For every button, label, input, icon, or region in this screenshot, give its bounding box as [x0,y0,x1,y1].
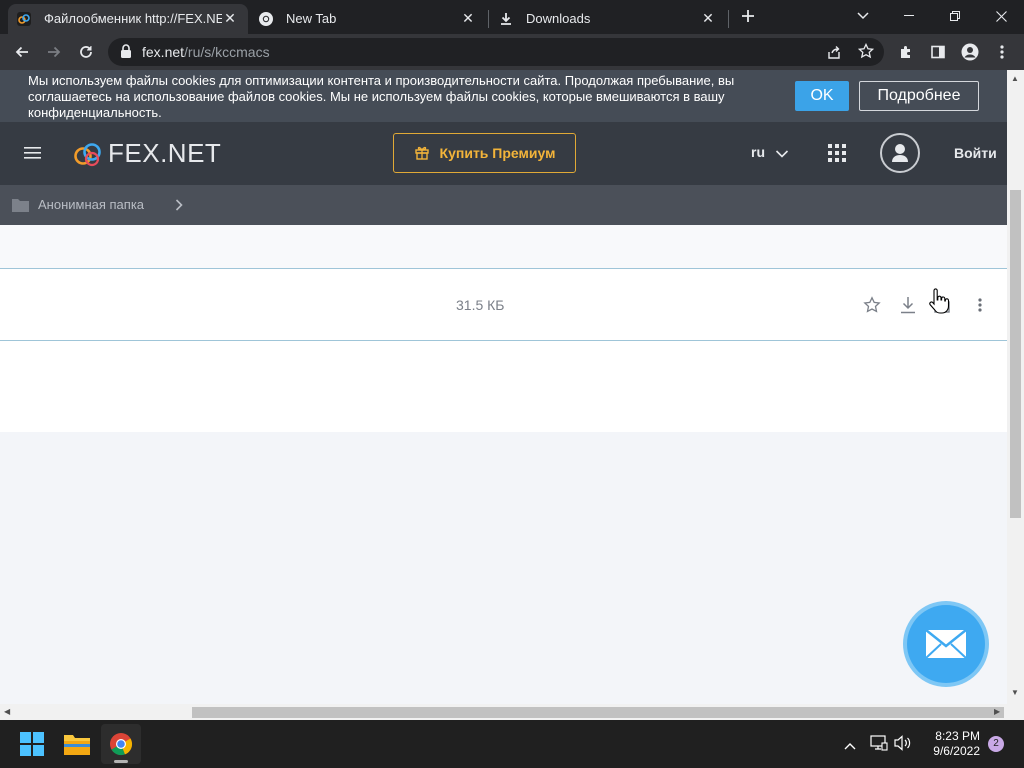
url-text: fex.net/ru/s/kccmacs [142,44,270,60]
tab-new-tab[interactable]: New Tab ✕ [250,4,486,34]
restore-button[interactable] [932,0,978,32]
kebab-menu-icon [1000,45,1004,59]
scroll-left-arrow-icon[interactable]: ◀ [4,707,10,716]
clock-date: 9/6/2022 [933,744,980,758]
windows-logo-icon [20,732,44,756]
cookie-text: Мы используем файлы cookies для оптимиза… [28,73,735,120]
bookmark-star-icon[interactable] [857,42,875,64]
scroll-up-arrow-icon[interactable]: ▲ [1011,74,1019,83]
windows-taskbar: 8:23 PM 9/6/2022 2 [0,720,1024,768]
new-tab-button[interactable] [726,0,770,32]
hand-cursor-icon [928,288,950,319]
apps-grid-icon[interactable] [828,144,846,167]
profile-icon [961,43,979,61]
browser-tab-strip: Файлообменник http://FEX.NET ✕ New Tab ✕… [0,0,1024,34]
minimize-button[interactable] [886,0,932,32]
chevron-up-icon[interactable] [844,737,856,755]
hamburger-menu-icon[interactable] [24,146,42,165]
gift-icon [414,144,430,163]
close-icon[interactable]: ✕ [700,10,716,26]
tab-downloads[interactable]: Downloads ✕ [490,4,726,34]
clock[interactable]: 8:23 PM 9/6/2022 [922,729,980,759]
folder-icon [12,198,29,217]
vertical-scrollbar[interactable]: ▲ ▼ [1007,70,1024,704]
chrome-icon [110,733,133,756]
side-panel-icon [931,45,945,59]
download-icon [498,11,514,27]
scrollbar-thumb[interactable] [1010,190,1021,518]
fex-logo-icon [74,142,101,166]
site-logo[interactable]: FEX.NET [72,138,221,169]
forward-button[interactable] [40,38,68,66]
back-button[interactable] [8,38,36,66]
puzzle-icon [901,46,910,58]
file-explorer-icon [64,735,90,755]
close-icon[interactable]: ✕ [222,10,238,26]
breadcrumb-folder[interactable]: Анонимная папка [38,197,144,212]
fex-favicon-icon [16,11,32,27]
address-bar[interactable]: fex.net/ru/s/kccmacs [108,38,884,66]
volume-icon[interactable] [894,735,912,756]
star-icon[interactable] [862,295,882,315]
language-selector[interactable]: ru [751,144,765,160]
share-icon[interactable] [826,44,842,65]
scroll-down-arrow-icon[interactable]: ▼ [1011,688,1019,697]
buy-premium-button[interactable]: Купить Премиум [393,133,576,173]
notification-badge[interactable]: 2 [988,736,1004,752]
breadcrumb: Анонимная папка [0,185,1007,225]
cookie-more-button[interactable]: Подробнее [859,81,979,111]
file-explorer-button[interactable] [57,724,97,764]
lock-icon[interactable] [120,44,132,64]
reload-button[interactable] [72,38,100,66]
cookie-ok-button[interactable]: OK [795,81,849,111]
page-viewport: Мы используем файлы cookies для оптимиза… [0,70,1007,704]
chrome-taskbar-button[interactable] [101,724,141,764]
login-link[interactable]: Войти [954,145,997,161]
tab-search-button[interactable] [840,0,886,32]
horizontal-scrollbar[interactable]: ◀ ▶ [0,704,1024,720]
premium-label: Купить Премиум [439,145,556,161]
tab-fex[interactable]: Файлообменник http://FEX.NET ✕ [8,4,248,34]
fab-inner [907,605,985,683]
user-icon [892,144,908,162]
tab-title: New Tab [286,11,337,26]
cookie-banner: Мы используем файлы cookies для оптимиза… [0,70,1007,122]
close-icon[interactable]: ✕ [460,10,476,26]
divider [0,340,1007,341]
close-window-button[interactable] [978,0,1024,32]
avatar[interactable] [880,133,920,173]
mail-icon [925,629,967,659]
scroll-right-arrow-icon[interactable]: ▶ [994,707,1000,716]
clock-time: 8:23 PM [935,729,980,743]
site-header: FEX.NET Купить Премиум ru Войти [0,122,1007,185]
more-options-icon[interactable] [970,295,990,315]
file-list: 31.5 КБ [0,225,1007,432]
download-icon[interactable] [898,295,918,315]
logo-text: FEX.NET [108,138,222,168]
tab-divider [488,10,489,28]
tab-title: Downloads [526,11,591,26]
start-button[interactable] [12,724,52,764]
scrollbar-thumb[interactable] [192,707,1004,718]
browser-toolbar: fex.net/ru/s/kccmacs [0,34,1024,70]
file-list-header [0,225,1007,268]
profile-button[interactable] [956,38,984,66]
chrome-icon [258,11,274,27]
back-arrow-icon [15,46,28,58]
chrome-menu-button[interactable] [988,38,1016,66]
extensions-button[interactable] [892,38,920,66]
network-icon[interactable] [870,735,888,756]
chevron-down-icon[interactable] [775,146,789,164]
file-size: 31.5 КБ [456,297,505,313]
side-panel-button[interactable] [924,38,952,66]
chevron-right-icon[interactable] [175,198,183,216]
reload-icon [80,46,92,58]
tab-title: Файлообменник http://FEX.NET [44,11,222,26]
forward-arrow-icon [48,46,61,58]
feedback-mail-button[interactable] [903,601,989,687]
